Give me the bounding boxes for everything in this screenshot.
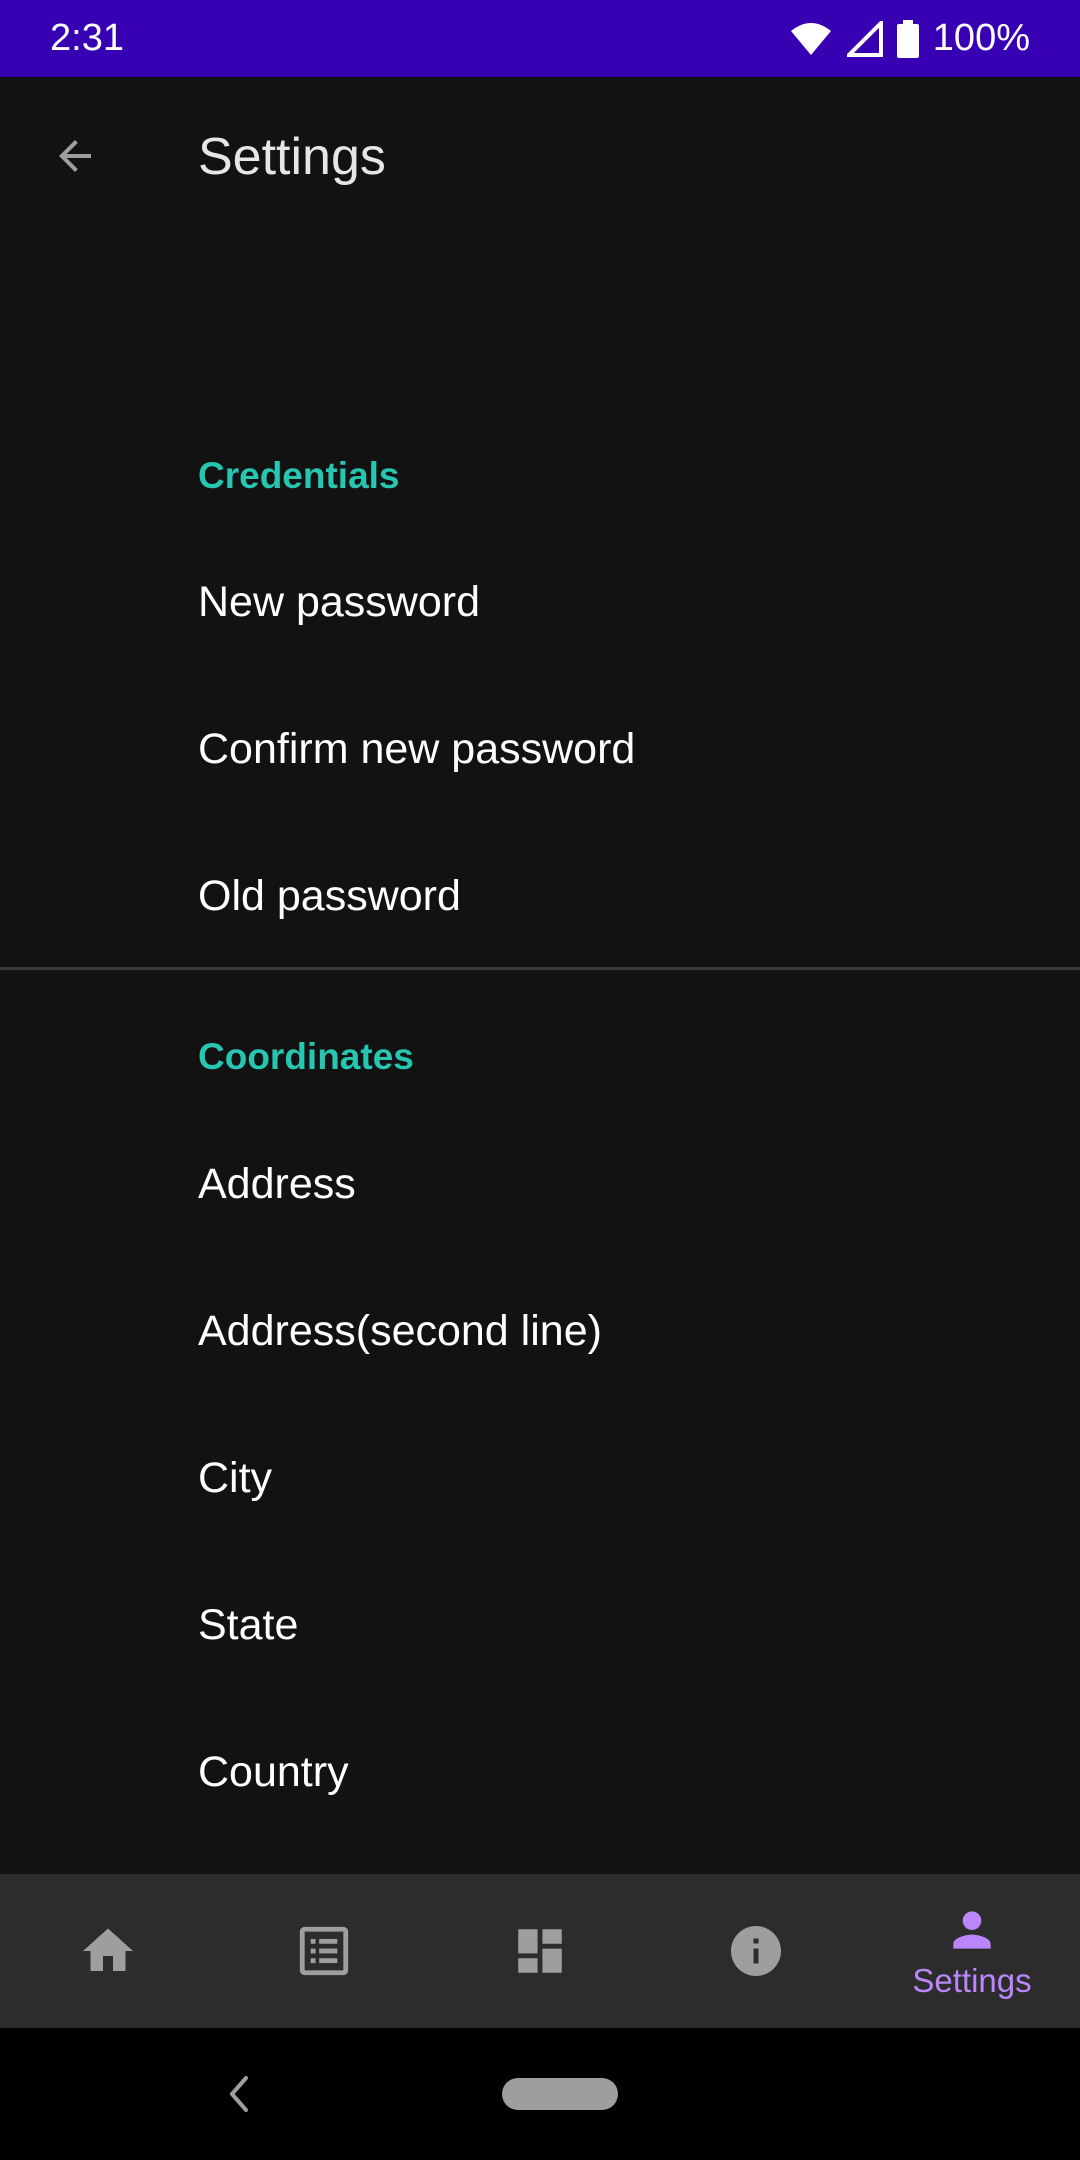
nav-item-info[interactable]: [648, 1874, 864, 2028]
pref-label: Address(second line): [198, 1307, 602, 1355]
pref-city[interactable]: City: [0, 1405, 1080, 1552]
system-navigation-bar: [0, 2028, 1080, 2160]
dashboard-icon: [518, 1929, 562, 1973]
status-time: 2:31: [50, 17, 124, 59]
pref-new-password[interactable]: New password: [0, 529, 1080, 676]
category-divider: [0, 967, 1080, 970]
nav-item-dashboard[interactable]: [432, 1874, 648, 2028]
battery-percent: 100%: [932, 17, 1030, 59]
pref-label: City: [198, 1454, 273, 1502]
pref-label: New password: [198, 578, 480, 626]
pref-state[interactable]: State: [0, 1552, 1080, 1699]
pref-address-second-line[interactable]: Address(second line): [0, 1258, 1080, 1405]
signal-icon: [846, 20, 883, 57]
system-home-button[interactable]: [502, 2078, 618, 2110]
pref-old-password[interactable]: Old password: [0, 823, 1080, 970]
app-bar: Settings: [0, 77, 1080, 235]
status-bar: 2:31 100%: [0, 0, 1080, 77]
info-icon: [731, 1926, 781, 1976]
battery-icon: [896, 19, 919, 58]
person-icon: [953, 1911, 991, 1949]
category-title-credentials: Credentials: [198, 455, 400, 496]
pref-label: Address: [198, 1160, 356, 1208]
nav-item-list[interactable]: [216, 1874, 432, 2028]
pref-label: Confirm new password: [198, 725, 636, 773]
home-icon: [83, 1928, 133, 1971]
system-back-button[interactable]: [222, 2072, 256, 2121]
page-title: Settings: [198, 128, 386, 186]
pref-country[interactable]: Country: [0, 1699, 1080, 1846]
pref-address[interactable]: Address: [0, 1111, 1080, 1258]
back-button[interactable]: [40, 121, 110, 191]
chevron-left-icon: [230, 2076, 248, 2112]
list-icon: [299, 1926, 349, 1976]
pref-label: State: [198, 1601, 299, 1649]
status-icons: 100%: [789, 17, 1030, 60]
arrow-back-icon: [59, 140, 91, 172]
pref-label: Country: [198, 1748, 349, 1796]
wifi-icon: [789, 21, 833, 57]
bottom-navigation: Settings: [0, 1874, 1080, 2028]
nav-item-settings[interactable]: Settings: [864, 1874, 1080, 2028]
nav-label-settings: Settings: [912, 1962, 1032, 1999]
pref-label: Old password: [198, 872, 461, 920]
category-title-coordinates: Coordinates: [198, 1036, 414, 1077]
pref-confirm-new-password[interactable]: Confirm new password: [0, 676, 1080, 823]
nav-item-home[interactable]: [0, 1874, 216, 2028]
